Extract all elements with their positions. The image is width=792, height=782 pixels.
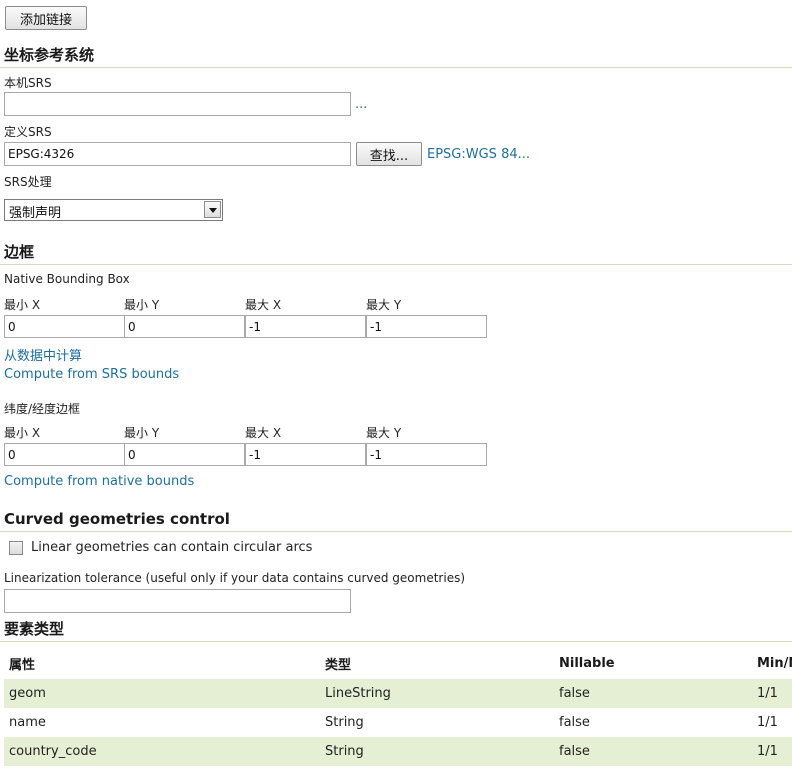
native-miny-label: 最小 Y: [124, 298, 160, 312]
latlon-miny-label: 最小 Y: [124, 426, 160, 440]
column-header-nillable: Nillable: [559, 656, 615, 671]
native-srs-label: 本机SRS: [4, 76, 52, 90]
column-header-type: 类型: [325, 658, 352, 673]
native-maxx-input[interactable]: [245, 315, 366, 338]
table-header-row: 属性 类型 Nillable Min/Max: [4, 648, 792, 679]
tolerance-input[interactable]: [4, 589, 351, 613]
curved-section-title: Curved geometries control: [0, 508, 792, 532]
srs-handling-label: SRS处理: [4, 175, 52, 189]
srs-handling-select[interactable]: 强制声明: [4, 199, 223, 221]
cell-min-max: 1/1: [752, 737, 792, 766]
circular-arcs-label: Linear geometries can contain circular a…: [31, 540, 313, 555]
feature-type-section-title: 要素类型: [0, 618, 792, 642]
native-maxy-input[interactable]: [366, 315, 487, 338]
latlon-maxx-input[interactable]: [245, 443, 366, 466]
table-row: geom LineString false 1/1: [4, 679, 792, 708]
cell-attribute: name: [9, 715, 46, 730]
cell-min-max: 1/1: [752, 679, 792, 708]
add-link-button[interactable]: 添加链接: [5, 6, 87, 30]
chevron-down-icon[interactable]: [204, 201, 221, 218]
native-srs-input[interactable]: [4, 92, 351, 116]
latlon-maxx-label: 最大 X: [245, 426, 282, 440]
compute-from-srs-link[interactable]: Compute from SRS bounds: [4, 367, 179, 382]
native-maxx-label: 最大 X: [245, 298, 282, 312]
tolerance-label: Linearization tolerance (useful only if …: [4, 571, 466, 585]
table-row: country_code String false 1/1: [4, 737, 792, 766]
table-row: name String false 1/1: [4, 708, 792, 737]
cell-type: String: [325, 715, 364, 730]
circular-arcs-checkbox[interactable]: [9, 541, 23, 555]
cell-nillable: false: [554, 679, 752, 708]
cell-type: String: [320, 737, 554, 766]
cell-attribute: country_code: [4, 737, 320, 766]
latlon-miny-input[interactable]: [124, 443, 245, 466]
column-header-min-max: Min/Max: [757, 656, 792, 671]
cell-attribute: geom: [4, 679, 320, 708]
cell-nillable: false: [559, 715, 590, 730]
find-srs-button[interactable]: 查找...: [356, 142, 422, 166]
cell-min-max: 1/1: [757, 715, 778, 730]
latlon-minx-input[interactable]: [4, 443, 125, 466]
native-minx-label: 最小 X: [4, 298, 41, 312]
native-bbox-label: Native Bounding Box: [4, 272, 130, 286]
cell-type: LineString: [320, 679, 554, 708]
compute-from-data-link[interactable]: 从数据中计算: [4, 345, 82, 364]
srs-handling-value: 强制声明: [9, 206, 62, 221]
latlon-maxy-label: 最大 Y: [366, 426, 402, 440]
column-header-attribute: 属性: [9, 658, 36, 673]
feature-type-table: 属性 类型 Nillable Min/Max geom LineString f…: [4, 648, 792, 766]
latlon-maxy-input[interactable]: [366, 443, 487, 466]
declared-srs-input[interactable]: [4, 142, 351, 166]
declared-srs-link[interactable]: EPSG:WGS 84...: [427, 147, 530, 162]
latlon-minx-label: 最小 X: [4, 426, 41, 440]
crs-section-title: 坐标参考系统: [0, 44, 792, 68]
native-maxy-label: 最大 Y: [366, 298, 402, 312]
native-minx-input[interactable]: [4, 315, 125, 338]
declared-srs-label: 定义SRS: [4, 125, 52, 139]
cell-nillable: false: [554, 737, 752, 766]
native-miny-input[interactable]: [124, 315, 245, 338]
native-srs-more-link[interactable]: ...: [355, 97, 367, 112]
latlon-bbox-label: 纬度/经度边框: [4, 402, 81, 416]
compute-from-native-link[interactable]: Compute from native bounds: [4, 474, 194, 489]
bounds-section-title: 边框: [0, 240, 792, 265]
